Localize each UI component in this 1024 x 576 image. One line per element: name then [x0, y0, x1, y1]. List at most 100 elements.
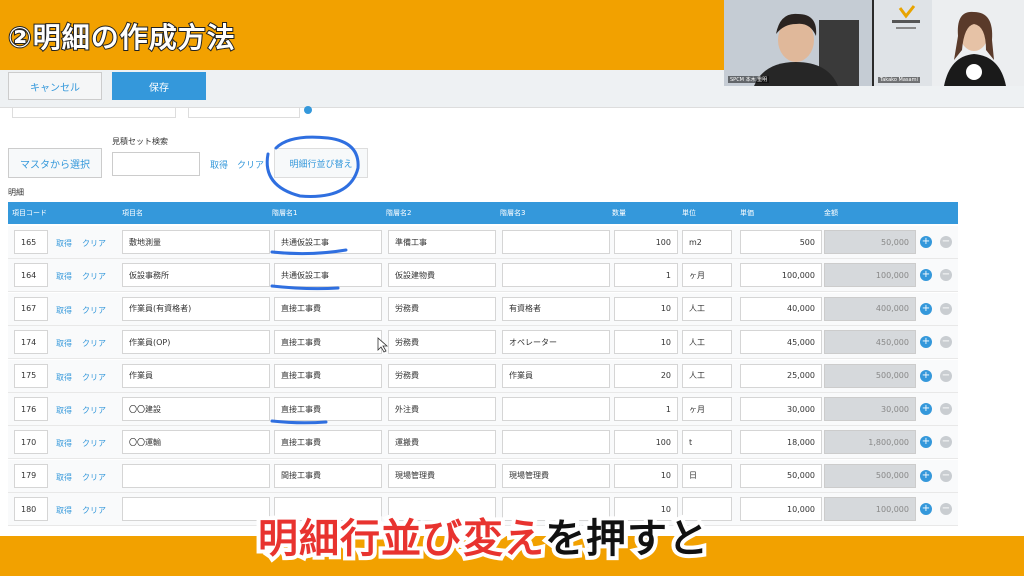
cell-lvl2[interactable]: 運搬費 — [388, 430, 496, 455]
plus-icon[interactable] — [304, 106, 312, 114]
cell-lvl3[interactable] — [502, 230, 610, 254]
add-row-icon[interactable]: + — [920, 369, 932, 382]
reorder-rows-button[interactable]: 明細行並び替え — [274, 148, 368, 178]
cell-name[interactable]: 作業員 — [122, 363, 270, 388]
row-get-link[interactable]: 取得 — [56, 405, 72, 416]
cell-name[interactable]: 仮設事務所 — [122, 263, 270, 288]
master-select-button[interactable]: マスタから選択 — [8, 148, 102, 178]
row-get-link[interactable]: 取得 — [56, 472, 72, 483]
row-clear-link[interactable]: クリア — [82, 338, 106, 349]
save-button[interactable]: 保存 — [112, 72, 206, 100]
cell-name[interactable]: 作業員(有資格者) — [122, 296, 270, 321]
set-search-input[interactable] — [112, 152, 200, 176]
cell-lvl2[interactable]: 現場管理費 — [388, 463, 496, 488]
cell-price[interactable]: 500 — [740, 230, 822, 254]
cell-lvl3[interactable]: 有資格者 — [502, 296, 610, 321]
cell-unit[interactable]: 人工 — [682, 363, 732, 388]
row-clear-link[interactable]: クリア — [82, 438, 106, 449]
cell-lvl3[interactable] — [502, 397, 610, 421]
add-row-icon[interactable]: + — [920, 403, 932, 415]
cell-lvl1[interactable]: 直接工事費 — [274, 296, 382, 321]
cell-lvl3[interactable]: 現場管理費 — [502, 463, 610, 488]
cell-price[interactable]: 100,000 — [740, 263, 822, 288]
add-row-icon[interactable]: + — [920, 336, 932, 349]
remove-row-icon[interactable]: − — [940, 503, 952, 516]
cell-lvl1[interactable]: 共通仮設工事 — [274, 230, 382, 254]
cell-unit[interactable]: 日 — [682, 463, 732, 488]
cell-unit[interactable]: 人工 — [682, 296, 732, 321]
cell-qty[interactable]: 10 — [614, 296, 678, 321]
row-clear-link[interactable]: クリア — [82, 305, 106, 316]
row-get-link[interactable]: 取得 — [56, 305, 72, 316]
cell-name[interactable]: 〇〇建設 — [122, 397, 270, 421]
cell-qty[interactable]: 100 — [614, 230, 678, 254]
cell-qty[interactable]: 10 — [614, 330, 678, 355]
row-clear-link[interactable]: クリア — [82, 472, 106, 483]
cell-lvl3[interactable]: 作業員 — [502, 363, 610, 388]
add-row-icon[interactable]: + — [920, 269, 932, 282]
cell-unit[interactable]: ヶ月 — [682, 397, 732, 421]
row-clear-link[interactable]: クリア — [82, 238, 106, 249]
row-get-link[interactable]: 取得 — [56, 338, 72, 349]
row-get-link[interactable]: 取得 — [56, 372, 72, 383]
cell-code[interactable]: 176 — [14, 397, 48, 421]
cell-price[interactable]: 50,000 — [740, 463, 822, 488]
remove-row-icon[interactable]: − — [940, 302, 952, 315]
add-row-icon[interactable]: + — [920, 236, 932, 248]
row-get-link[interactable]: 取得 — [56, 238, 72, 249]
cell-lvl2[interactable]: 労務費 — [388, 330, 496, 355]
cell-lvl2[interactable]: 仮設建物費 — [388, 263, 496, 288]
remove-row-icon[interactable]: − — [940, 236, 952, 248]
cell-qty[interactable]: 100 — [614, 430, 678, 455]
cell-lvl1[interactable]: 共通仮設工事 — [274, 263, 382, 288]
remove-row-icon[interactable]: − — [940, 436, 952, 449]
cell-name[interactable] — [122, 497, 270, 522]
cell-unit[interactable]: m2 — [682, 230, 732, 254]
add-row-icon[interactable]: + — [920, 302, 932, 315]
cell-code[interactable]: 180 — [14, 497, 48, 522]
cell-price[interactable]: 18,000 — [740, 430, 822, 455]
remove-row-icon[interactable]: − — [940, 469, 952, 482]
cell-name[interactable]: 敷地測量 — [122, 230, 270, 254]
cell-price[interactable]: 40,000 — [740, 296, 822, 321]
row-clear-link[interactable]: クリア — [82, 505, 106, 516]
cell-code[interactable]: 174 — [14, 330, 48, 355]
cell-lvl2[interactable]: 外注費 — [388, 397, 496, 421]
cell-price[interactable]: 25,000 — [740, 363, 822, 388]
cell-unit[interactable]: 人工 — [682, 330, 732, 355]
cell-lvl3[interactable] — [502, 263, 610, 288]
set-get-link[interactable]: 取得 — [210, 158, 228, 171]
cell-lvl1[interactable]: 直接工事費 — [274, 330, 382, 355]
cell-code[interactable]: 170 — [14, 430, 48, 455]
cell-unit[interactable]: t — [682, 430, 732, 455]
cell-lvl3[interactable]: オペレーター — [502, 330, 610, 355]
cell-qty[interactable]: 1 — [614, 397, 678, 421]
add-row-icon[interactable]: + — [920, 503, 932, 516]
cell-code[interactable]: 175 — [14, 363, 48, 388]
cell-lvl1[interactable]: 直接工事費 — [274, 363, 382, 388]
remove-row-icon[interactable]: − — [940, 369, 952, 382]
row-clear-link[interactable]: クリア — [82, 372, 106, 383]
cell-lvl3[interactable] — [502, 430, 610, 455]
cell-lvl1[interactable]: 直接工事費 — [274, 430, 382, 455]
cell-name[interactable]: 〇〇運輸 — [122, 430, 270, 455]
cell-lvl2[interactable]: 労務費 — [388, 363, 496, 388]
row-get-link[interactable]: 取得 — [56, 438, 72, 449]
cell-lvl2[interactable]: 労務費 — [388, 296, 496, 321]
remove-row-icon[interactable]: − — [940, 336, 952, 349]
cell-price[interactable]: 30,000 — [740, 397, 822, 421]
add-row-icon[interactable]: + — [920, 436, 932, 449]
cell-qty[interactable]: 20 — [614, 363, 678, 388]
cell-qty[interactable]: 10 — [614, 463, 678, 488]
row-get-link[interactable]: 取得 — [56, 505, 72, 516]
cell-code[interactable]: 165 — [14, 230, 48, 254]
cell-code[interactable]: 164 — [14, 263, 48, 288]
remove-row-icon[interactable]: − — [940, 403, 952, 415]
row-clear-link[interactable]: クリア — [82, 271, 106, 282]
cell-qty[interactable]: 1 — [614, 263, 678, 288]
cell-lvl2[interactable]: 準備工事 — [388, 230, 496, 254]
cell-name[interactable] — [122, 463, 270, 488]
cell-unit[interactable]: ヶ月 — [682, 263, 732, 288]
set-clear-link[interactable]: クリア — [237, 158, 264, 171]
cell-name[interactable]: 作業員(OP) — [122, 330, 270, 355]
